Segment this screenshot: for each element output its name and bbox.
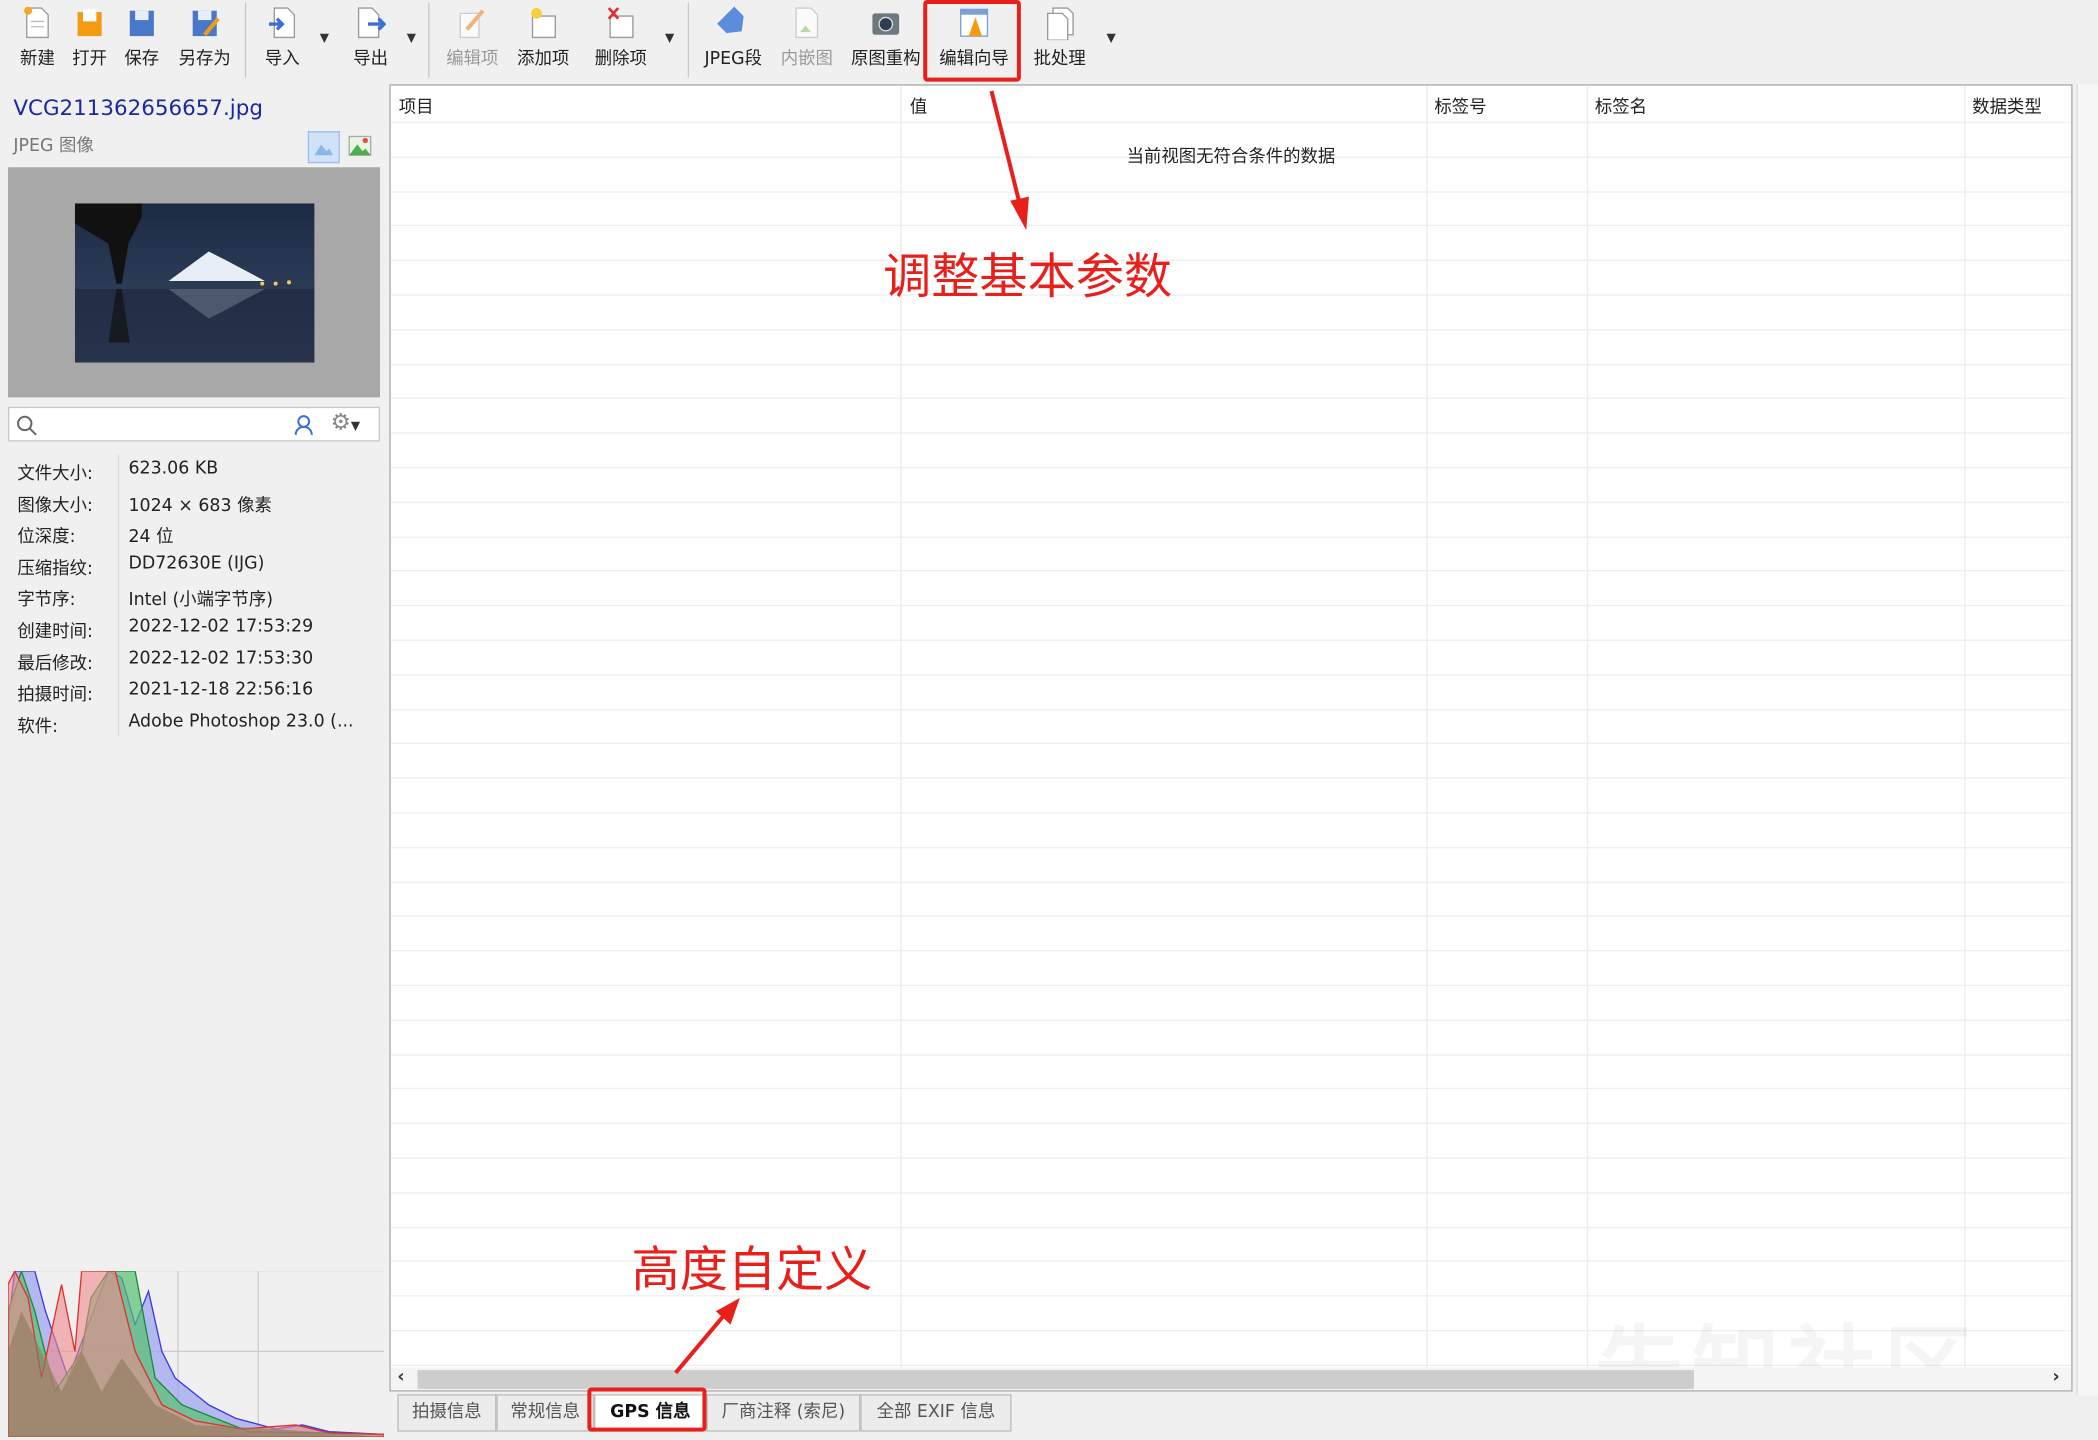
app-window: 新建 打开 保存 另存为 导入 ▼ 导出 ▼ 编辑项 添加项 删除项 ▼ JPE… <box>0 0 2098 1440</box>
annotation-arrows <box>674 90 1029 1375</box>
annotation-bottom: 高度自定义 <box>631 1243 873 1298</box>
annotation-top: 调整基本参数 <box>883 250 1173 306</box>
